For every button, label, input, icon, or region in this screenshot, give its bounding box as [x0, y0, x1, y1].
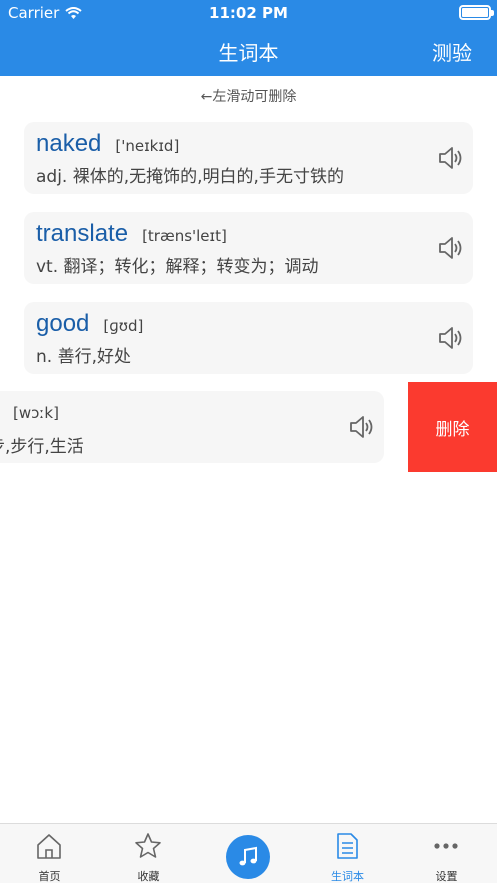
tab-music[interactable]: [226, 835, 270, 879]
word-card[interactable]: translate [træns'leɪt] vt. 翻译；转化；解释；转变为；…: [24, 212, 473, 284]
tab-vocabulary[interactable]: 生词本: [298, 824, 397, 883]
music-note-icon: [239, 846, 257, 866]
quiz-button[interactable]: 测验: [432, 37, 472, 66]
home-icon: [37, 834, 61, 859]
speaker-icon[interactable]: [348, 413, 376, 441]
star-icon: [135, 833, 161, 858]
tab-settings[interactable]: 设置: [397, 824, 496, 883]
word-text: naked: [36, 130, 102, 157]
swipe-hint: ←左滑动可删除: [200, 89, 297, 105]
meaning-text: adj. 裸体的,无掩饰的,明白的,手无寸铁的: [36, 167, 344, 187]
speaker-icon[interactable]: [437, 144, 465, 172]
meaning-text: vt. 翻译；转化；解释；转变为；调动: [36, 257, 319, 277]
notebook-icon: [337, 833, 358, 859]
delete-button[interactable]: 删除: [408, 382, 497, 472]
more-dots-icon: [434, 843, 458, 849]
phonetic-text: [træns'leɪt]: [142, 227, 227, 245]
tab-bar: 首页 收藏 生词本 设置: [0, 823, 497, 883]
phonetic-text: [ɡʊd]: [103, 317, 144, 335]
battery-icon: [459, 5, 494, 20]
word-card[interactable]: good [ɡʊd] n. 善行,好处: [24, 302, 473, 374]
status-bar: Carrier 11:02 PM: [0, 0, 497, 26]
word-card[interactable]: naked ['neɪkɪd] adj. 裸体的,无掩饰的,明白的,手无寸铁的: [24, 122, 473, 194]
word-text: translate: [36, 220, 129, 247]
speaker-icon[interactable]: [437, 324, 465, 352]
tab-label: 首页: [38, 870, 61, 883]
tab-label: 收藏: [137, 870, 160, 883]
tab-label: 生词本: [331, 870, 364, 883]
status-time: 11:02 PM: [209, 4, 288, 22]
tab-favorites[interactable]: 收藏: [99, 824, 198, 883]
phonetic-text: [wɔːk]: [13, 404, 59, 422]
tab-home[interactable]: 首页: [0, 824, 99, 883]
page-title: 生词本: [218, 41, 279, 65]
speaker-icon[interactable]: [437, 234, 465, 262]
swiped-word-card[interactable]: [wɔːk] 步,步行,生活: [0, 391, 384, 463]
word-text: good: [36, 310, 90, 337]
tab-label: 设置: [435, 870, 458, 883]
phonetic-text: ['neɪkɪd]: [115, 137, 180, 155]
meaning-text: n. 善行,好处: [36, 347, 131, 367]
meaning-text: 步,步行,生活: [0, 437, 84, 457]
navigation-bar: 生词本 测验: [0, 26, 497, 76]
